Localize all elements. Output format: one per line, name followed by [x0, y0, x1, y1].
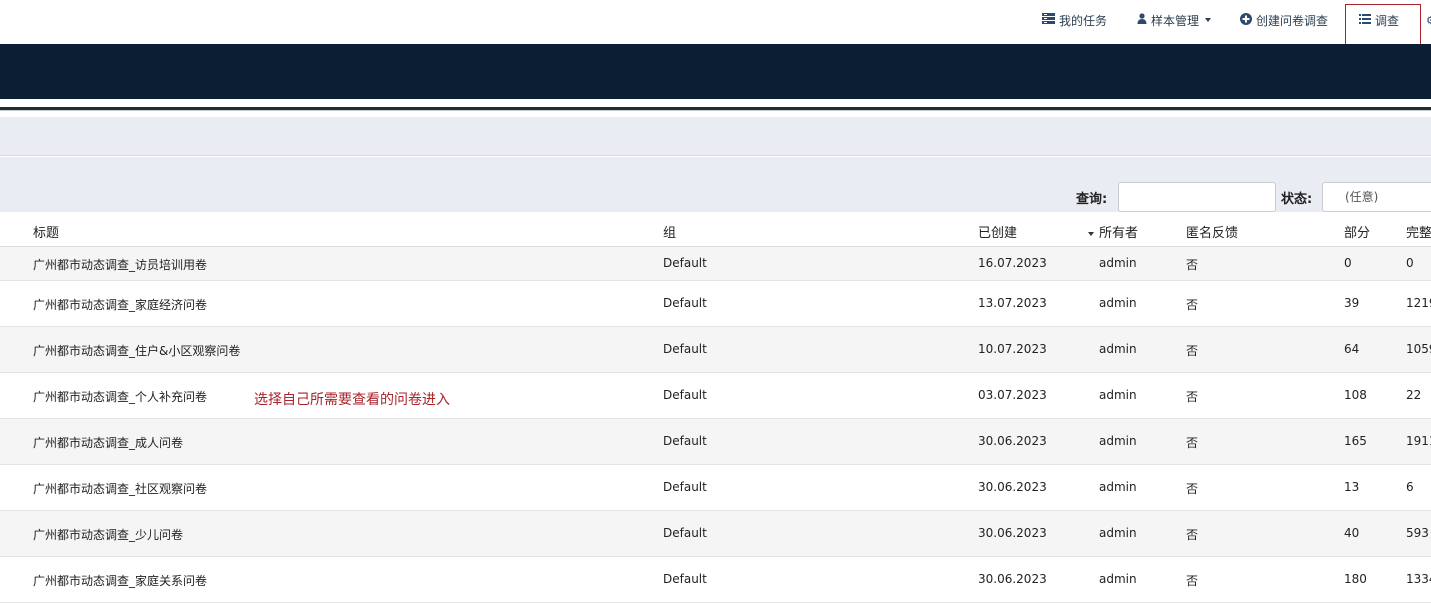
cell-group: Default: [663, 572, 707, 586]
plus-circle-icon: [1240, 12, 1252, 28]
task-list-icon: [1042, 13, 1055, 27]
nav-sample-management[interactable]: 样本管理: [1137, 10, 1212, 30]
cell-complete: 1219: [1406, 296, 1431, 310]
table-row[interactable]: 广州都市动态调查_家庭关系问卷 Default 30.06.2023 admin 否 18…: [0, 557, 1431, 603]
table-row[interactable]: 广州都市动态调查_个人补充问卷 Default 03.07.2023 admin 否 10…: [0, 373, 1431, 419]
cell-title[interactable]: 广州都市动态调查_社区观察问卷: [33, 480, 207, 497]
divider: [0, 110, 1431, 111]
table-row[interactable]: 广州都市动态调查_访员培训用卷 Default 16.07.2023 admin 否 0 0: [0, 247, 1431, 281]
status-label: 状态:: [1281, 192, 1313, 207]
search-input[interactable]: [1118, 182, 1276, 212]
cell-anonymous: 否: [1186, 390, 1199, 404]
cell-owner: admin: [1099, 526, 1137, 540]
cell-created: 03.07.2023: [978, 388, 1047, 402]
cell-complete: 6: [1406, 480, 1414, 494]
cell-title[interactable]: 广州都市动态调查_住户&小区观察问卷: [33, 342, 240, 359]
cell-group: Default: [663, 388, 707, 402]
cell-owner: admin: [1099, 342, 1137, 356]
cell-partial: 0: [1344, 256, 1352, 270]
cell-title[interactable]: 广州都市动态调查_家庭经济问卷: [33, 296, 207, 313]
cell-partial: 40: [1344, 526, 1360, 540]
column-header-owner[interactable]: 所有者: [1088, 222, 1138, 241]
cell-complete: 22: [1406, 388, 1422, 402]
column-header-created[interactable]: 已创建: [978, 222, 1017, 241]
nav-create-survey[interactable]: 创建问卷调查: [1240, 10, 1328, 30]
cell-group: Default: [663, 526, 707, 540]
cell-anonymous: 否: [1186, 574, 1199, 588]
cell-owner: admin: [1099, 388, 1137, 402]
cell-owner: admin: [1099, 256, 1137, 270]
cell-created: 30.06.2023: [978, 572, 1047, 586]
column-header-partial[interactable]: 部分: [1344, 222, 1370, 241]
top-navbar: 我的任务 样本管理 创建问卷调查 调查 ⚙: [0, 0, 1431, 46]
cell-complete: 0: [1406, 256, 1414, 270]
column-header-anonymous[interactable]: 匿名反馈: [1186, 222, 1238, 241]
column-header-title[interactable]: 标题: [33, 222, 59, 241]
column-header-group[interactable]: 组: [663, 222, 676, 241]
cell-owner: admin: [1099, 434, 1137, 448]
search-label: 查询:: [1076, 192, 1108, 207]
cell-anonymous: 否: [1186, 344, 1199, 358]
cell-group: Default: [663, 342, 707, 356]
cell-complete: 1059: [1406, 342, 1431, 356]
cell-group: Default: [663, 434, 707, 448]
gear-icon[interactable]: ⚙: [1426, 10, 1431, 30]
instruction-annotation: 选择自己所需要查看的问卷进入: [254, 392, 450, 408]
nav-my-tasks[interactable]: 我的任务: [1042, 10, 1107, 30]
cell-owner: admin: [1099, 296, 1137, 310]
nav-my-tasks-label: 我的任务: [1059, 13, 1108, 28]
table-row[interactable]: 广州都市动态调查_少儿问卷 Default 30.06.2023 admin 否 40 59…: [0, 511, 1431, 557]
cell-partial: 165: [1344, 434, 1367, 448]
user-icon: [1137, 13, 1147, 27]
cell-created: 16.07.2023: [978, 256, 1047, 270]
cell-group: Default: [663, 480, 707, 494]
cell-created: 10.07.2023: [978, 342, 1047, 356]
cell-complete: 593: [1406, 526, 1429, 540]
cell-partial: 39: [1344, 296, 1360, 310]
cell-title[interactable]: 广州都市动态调查_访员培训用卷: [33, 256, 207, 273]
cell-anonymous: 否: [1186, 482, 1199, 496]
cell-created: 30.06.2023: [978, 526, 1047, 540]
cell-partial: 180: [1344, 572, 1367, 586]
sort-desc-icon: [1088, 231, 1094, 236]
active-nav-highlight: [1345, 4, 1421, 46]
table-header: 标题 组 已创建 所有者 匿名反馈 部分 完整: [0, 212, 1431, 247]
cell-owner: admin: [1099, 572, 1137, 586]
cell-owner: admin: [1099, 480, 1137, 494]
toolbar-band: [0, 117, 1431, 156]
cell-anonymous: 否: [1186, 258, 1199, 272]
cell-created: 30.06.2023: [978, 434, 1047, 448]
cell-complete: 1334: [1406, 572, 1431, 586]
cell-partial: 13: [1344, 480, 1360, 494]
cell-created: 13.07.2023: [978, 296, 1047, 310]
cell-anonymous: 否: [1186, 298, 1199, 312]
cell-complete: 1911: [1406, 434, 1431, 448]
filter-bar: 查询: 状态: (任意): [0, 157, 1431, 212]
table-row[interactable]: 广州都市动态调查_成人问卷 Default 30.06.2023 admin 否 165 1…: [0, 419, 1431, 465]
cell-anonymous: 否: [1186, 528, 1199, 542]
cell-title[interactable]: 广州都市动态调查_个人补充问卷: [33, 388, 207, 405]
status-select[interactable]: (任意): [1322, 182, 1431, 212]
table-row[interactable]: 广州都市动态调查_家庭经济问卷 Default 13.07.2023 admin 否 39…: [0, 281, 1431, 327]
cell-partial: 64: [1344, 342, 1360, 356]
cell-title[interactable]: 广州都市动态调查_家庭关系问卷: [33, 572, 207, 589]
cell-partial: 108: [1344, 388, 1367, 402]
cell-title[interactable]: 广州都市动态调查_成人问卷: [33, 434, 183, 451]
table-row[interactable]: 广州都市动态调查_社区观察问卷 Default 30.06.2023 admin 否 13…: [0, 465, 1431, 511]
cell-group: Default: [663, 256, 707, 270]
cell-created: 30.06.2023: [978, 480, 1047, 494]
nav-create-survey-label: 创建问卷调查: [1256, 13, 1329, 28]
cell-title[interactable]: 广州都市动态调查_少儿问卷: [33, 526, 183, 543]
cell-anonymous: 否: [1186, 436, 1199, 450]
divider: [0, 99, 1431, 104]
nav-sample-management-label: 样本管理: [1151, 13, 1200, 28]
chevron-down-icon: [1205, 18, 1212, 22]
column-header-owner-label: 所有者: [1099, 226, 1139, 241]
column-header-complete[interactable]: 完整: [1406, 222, 1431, 241]
header-banner: [0, 44, 1431, 99]
cell-group: Default: [663, 296, 707, 310]
table-row[interactable]: 广州都市动态调查_住户&小区观察问卷 Default 10.07.2023 admin…: [0, 327, 1431, 373]
